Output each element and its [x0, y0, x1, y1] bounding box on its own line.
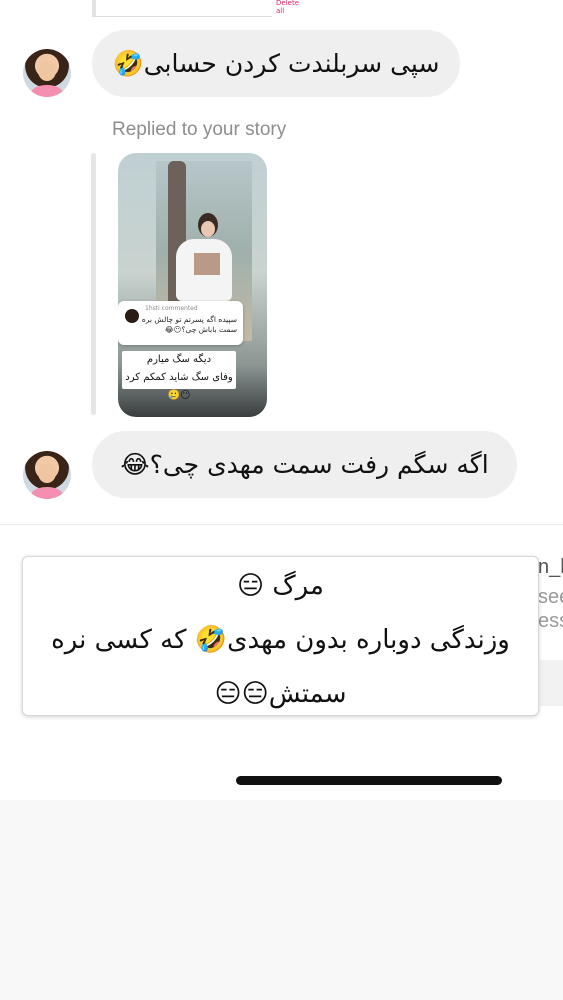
story-caption-line2: وفای سگ شاید کمکم کرد😶🥲: [125, 372, 233, 401]
home-indicator[interactable]: [236, 776, 502, 785]
replied-to-story-label: Replied to your story: [112, 119, 287, 140]
delete-all-label[interactable]: Delete all: [276, 0, 299, 15]
sender-avatar[interactable]: [23, 49, 71, 97]
overlay-line1: مرگ 😑: [237, 571, 324, 601]
sender-avatar[interactable]: [23, 451, 71, 499]
message-text: اگه سگم رفت سمت مهدی چی؟😂: [120, 450, 489, 479]
section-divider: [0, 524, 563, 525]
comment-text: سپیده اگه پسرتم تو چالش بره سمت باباش چی…: [141, 315, 237, 334]
story-caption-line1: دیگه سگ میارم: [146, 354, 212, 365]
story-thumbnail[interactable]: 1hsti commented سپیده اگه پسرتم تو چالش …: [118, 153, 267, 417]
commenter-name: 1hsti commented: [145, 305, 198, 312]
story-person-face: [201, 221, 215, 237]
text-overlay-card: مرگ 😑 وزندگی دوباره بدون مهدی🤣 که کسی نر…: [22, 556, 539, 716]
background-text-fragment: n_h: [538, 556, 563, 578]
empty-bottom-area: [0, 800, 563, 1000]
overlay-line2: وزندگی دوباره بدون مهدی🤣 که کسی نره: [51, 625, 510, 655]
avatar-shirt: [31, 487, 63, 499]
previous-story-fragment: Delete all: [92, 0, 299, 17]
avatar-shirt: [31, 85, 63, 97]
reply-indicator-bar: [91, 153, 96, 415]
message-bubble[interactable]: اگه سگم رفت سمت مهدی چی؟😂: [92, 431, 517, 498]
background-text-fragment: ess: [538, 610, 563, 632]
message-text: سپی سربلندت کردن حسابی🤣: [112, 48, 440, 78]
story-caption: دیگه سگ میارم وفای سگ شاید کمکم کرد😶🥲: [122, 351, 236, 401]
story-paper: [194, 253, 220, 275]
overlay-line3: سمتش😑😑: [214, 679, 347, 709]
avatar-face: [38, 61, 56, 81]
background-text-fragment: see: [538, 586, 563, 608]
background-button-fragment: [540, 660, 563, 706]
message-bubble[interactable]: سپی سربلندت کردن حسابی🤣: [92, 30, 460, 97]
story-comment-card: 1hsti commented سپیده اگه پسرتم تو چالش …: [118, 301, 243, 345]
avatar-face: [38, 463, 56, 483]
